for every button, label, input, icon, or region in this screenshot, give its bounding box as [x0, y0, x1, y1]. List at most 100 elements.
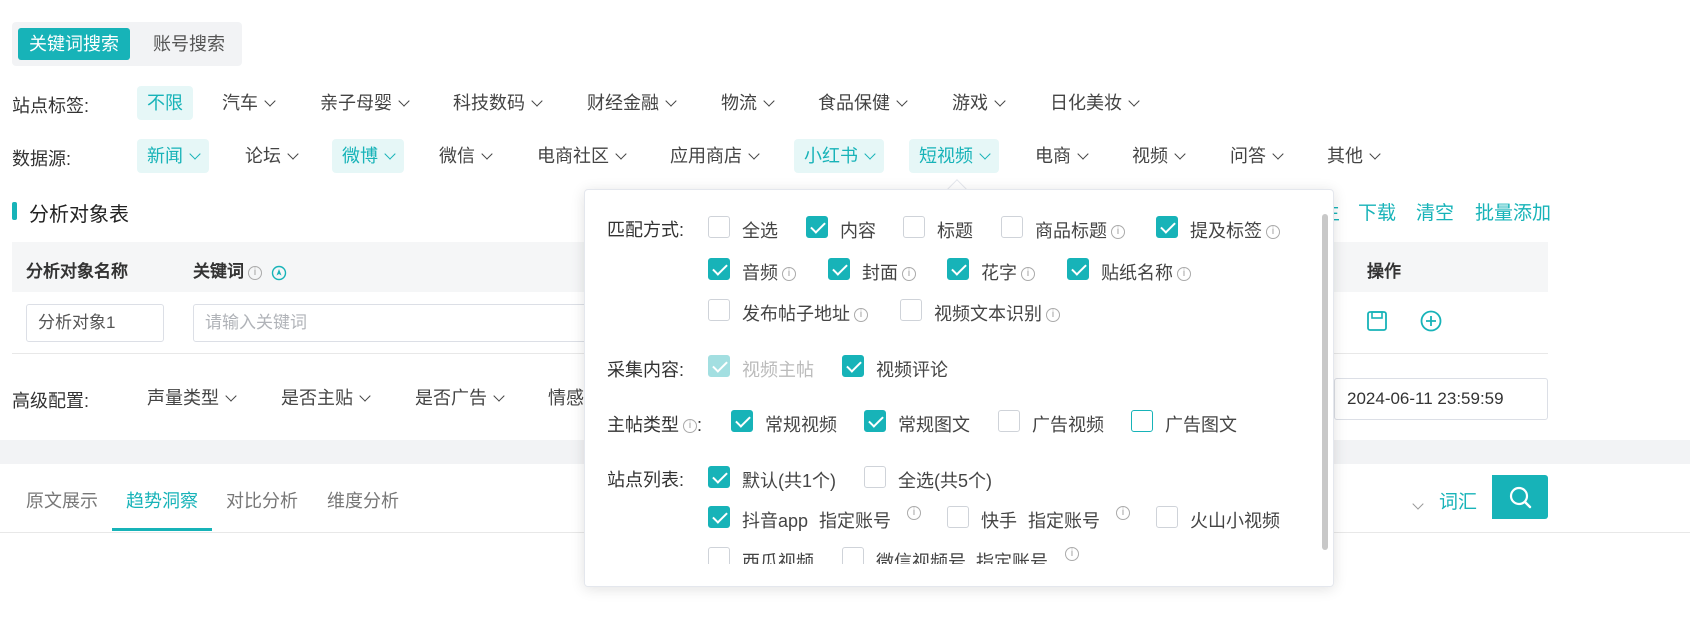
chevron-down-icon [665, 95, 677, 107]
checkbox-douyin[interactable] [708, 506, 730, 528]
clear-link[interactable]: 清空 [1416, 198, 1454, 225]
tab-original-text[interactable]: 原文展示 [26, 487, 98, 513]
panel-scrollbar[interactable] [1322, 214, 1328, 550]
chevron-down-icon [398, 95, 410, 107]
source-short-video[interactable]: 短视频 [909, 139, 999, 173]
source-forum[interactable]: 论坛 [235, 139, 307, 173]
checkbox-product-title[interactable] [1001, 216, 1023, 238]
checkbox-ad-video[interactable] [998, 410, 1020, 432]
checkbox-content[interactable] [806, 216, 828, 238]
post-type-text: 主帖类型 [607, 415, 679, 435]
tab-keyword-search[interactable]: 关键词搜索 [18, 28, 130, 60]
source-ecommerce-community[interactable]: 电商社区 [527, 139, 635, 173]
source-other[interactable]: 其他 [1317, 139, 1389, 173]
checkbox-flower-text[interactable] [947, 258, 969, 280]
checkbox-post-url[interactable] [708, 299, 730, 321]
checkbox-regular-video[interactable] [731, 410, 753, 432]
tab-dimension[interactable]: 维度分析 [327, 487, 399, 513]
checkbox-kuaishou[interactable] [947, 506, 969, 528]
option-label: 封面 i [862, 259, 916, 285]
site-tag-parenting[interactable]: 亲子母婴 [310, 86, 418, 120]
site-tag-label: 不限 [147, 93, 183, 113]
search-button[interactable] [1492, 475, 1548, 519]
checkbox-huoshan[interactable] [1156, 506, 1178, 528]
checkbox-cover[interactable] [828, 258, 850, 280]
main-post-select[interactable]: 是否主贴 [271, 381, 379, 415]
site-tag-games[interactable]: 游戏 [942, 86, 1014, 120]
info-icon: i [1111, 225, 1125, 240]
option-label: 视频文本识别 i [934, 300, 1060, 326]
location-icon[interactable] [271, 265, 287, 281]
source-wechat[interactable]: 微信 [429, 139, 501, 173]
site-tag-label: 科技数码 [453, 93, 525, 113]
checkbox-video-main-post [708, 355, 730, 377]
match-mode-label: 匹配方式: [607, 220, 685, 240]
info-icon: i [683, 419, 697, 434]
info-icon: i [1177, 267, 1191, 282]
add-circle-icon[interactable] [1420, 310, 1442, 332]
source-ecommerce[interactable]: 电商 [1025, 139, 1097, 173]
info-icon: i [1065, 547, 1079, 561]
option-label: 快手 [981, 511, 1017, 531]
checkbox-all-sites[interactable] [864, 466, 886, 488]
source-label: 微博 [342, 146, 378, 166]
column-keyword-label: 关键词 [193, 262, 244, 281]
site-tag-logistics[interactable]: 物流 [711, 86, 783, 120]
info-icon: i [1116, 506, 1130, 520]
batch-add-link[interactable]: 批量添加 [1475, 198, 1551, 225]
option-label: 标题 [937, 221, 973, 241]
site-tag-tech[interactable]: 科技数码 [443, 86, 551, 120]
checkbox-mention-tag[interactable] [1156, 216, 1178, 238]
chevron-down-icon [1128, 95, 1140, 107]
option-text: 提及标签 [1190, 221, 1262, 241]
checkbox-title[interactable] [903, 216, 925, 238]
source-app-store[interactable]: 应用商店 [660, 139, 768, 173]
source-label: 短视频 [919, 146, 973, 166]
site-tag-unlimited[interactable]: 不限 [137, 86, 193, 120]
end-date-input[interactable]: 2024-06-11 23:59:59 [1334, 378, 1548, 420]
short-video-options-panel: 匹配方式: 全选 内容 标题 商品标题 i 提及标签 i 音频 i 封面 i 花字 i 贴… [584, 189, 1334, 587]
source-news[interactable]: 新闻 [137, 139, 209, 173]
option-label: 音频 i [742, 259, 796, 285]
analysis-name-input[interactable]: 分析对象1 [26, 304, 164, 342]
site-tag-cosmetics[interactable]: 日化美妆 [1040, 86, 1148, 120]
vocab-link[interactable]: 词汇 [1439, 487, 1477, 514]
tab-account-search[interactable]: 账号搜索 [142, 28, 236, 60]
column-action: 操作 [1367, 262, 1401, 281]
advanced-item-label: 是否广告 [415, 388, 487, 408]
volume-type-select[interactable]: 声量类型 [137, 381, 245, 415]
keyword-input[interactable]: 请输入关键词 [193, 304, 613, 342]
chevron-down-icon [896, 95, 908, 107]
site-tag-food[interactable]: 食品保健 [808, 86, 916, 120]
checkbox-sticker-name[interactable] [1067, 258, 1089, 280]
chevron-down-icon[interactable] [1412, 498, 1424, 510]
source-xiaohongshu[interactable]: 小红书 [794, 139, 884, 173]
analysis-table-title: 分析对象表 [12, 198, 129, 227]
checkbox-ad-image-text[interactable] [1131, 410, 1153, 432]
download-link[interactable]: 下载 [1358, 198, 1396, 225]
checkbox-default-sites[interactable] [708, 466, 730, 488]
chevron-down-icon [225, 390, 237, 402]
tab-comparison[interactable]: 对比分析 [226, 487, 298, 513]
specify-account-link[interactable]: 指定账号 [1028, 507, 1100, 533]
checkbox-video-ocr[interactable] [900, 299, 922, 321]
save-icon[interactable] [1366, 310, 1388, 332]
site-tag-finance[interactable]: 财经金融 [577, 86, 685, 120]
option-label: 提及标签 i [1190, 217, 1280, 243]
option-label: 花字 i [981, 259, 1035, 285]
checkbox-video-comments[interactable] [842, 355, 864, 377]
chevron-down-icon [1077, 148, 1089, 160]
chevron-down-icon [287, 148, 299, 160]
is-ad-select[interactable]: 是否广告 [405, 381, 513, 415]
source-qa[interactable]: 问答 [1220, 139, 1292, 173]
checkbox-regular-image-text[interactable] [864, 410, 886, 432]
checkbox-select-all[interactable] [708, 216, 730, 238]
checkbox-audio[interactable] [708, 258, 730, 280]
column-name: 分析对象名称 [26, 262, 128, 281]
tab-trend-insight[interactable]: 趋势洞察 [126, 487, 198, 513]
site-tag-car[interactable]: 汽车 [212, 86, 284, 120]
specify-account-link[interactable]: 指定账号 [819, 507, 891, 533]
chevron-down-icon [493, 390, 505, 402]
source-video[interactable]: 视频 [1122, 139, 1194, 173]
source-weibo[interactable]: 微博 [332, 139, 404, 173]
